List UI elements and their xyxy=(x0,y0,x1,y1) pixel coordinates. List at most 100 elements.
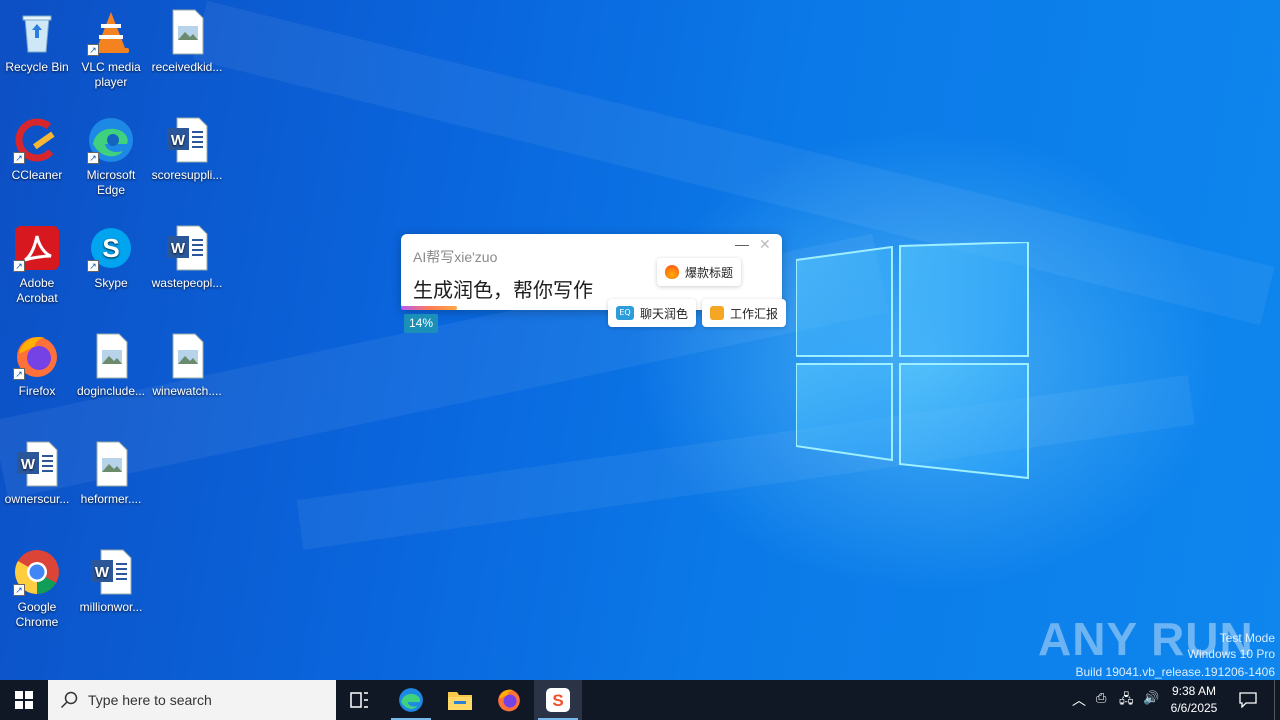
desktop-icon-chrome[interactable]: ↗ Google Chrome xyxy=(0,548,74,630)
edge-icon: ↗ xyxy=(87,116,135,164)
desktop-icon-label: VLC media player xyxy=(81,60,141,89)
taskbar-edge[interactable] xyxy=(387,680,435,720)
chrome-icon: ↗ xyxy=(13,548,61,596)
eq-icon: EQ xyxy=(616,306,634,320)
volume-icon[interactable]: 🔊 xyxy=(1143,690,1159,706)
desktop-icon-label: winewatch.... xyxy=(152,384,222,398)
desktop-icon-vlc[interactable]: ↗ VLC media player xyxy=(74,8,148,90)
task-view-button[interactable] xyxy=(336,680,384,720)
desktop-icon-firefox[interactable]: ↗ Firefox xyxy=(0,332,74,399)
desktop-icon-label: CCleaner xyxy=(11,168,63,182)
desktop-icon-label: millionwor... xyxy=(79,600,143,614)
windows-edition-text: Windows 10 Pro xyxy=(1187,647,1275,661)
folder-icon xyxy=(448,692,472,710)
shortcut-arrow-icon: ↗ xyxy=(13,368,25,380)
word-doc-icon: W xyxy=(13,440,61,488)
svg-text:W: W xyxy=(95,564,110,581)
work-report-label: 工作汇报 xyxy=(730,306,779,321)
svg-text:W: W xyxy=(21,456,36,473)
desktop-icon-file[interactable]: winewatch.... xyxy=(150,332,224,399)
desktop-icon-label: Recycle Bin xyxy=(5,60,69,74)
desktop-icon-skype[interactable]: S ↗ Skype xyxy=(74,224,148,291)
image-file-icon xyxy=(87,440,135,488)
show-hidden-icons-chevron-icon[interactable]: ︿ xyxy=(1072,690,1086,710)
ccleaner-icon: ↗ xyxy=(13,116,61,164)
start-button[interactable] xyxy=(0,680,48,720)
build-text: Build 19041.vb_release.191206-1406 xyxy=(1075,665,1276,679)
close-button[interactable]: ✕ xyxy=(759,236,773,252)
shortcut-arrow-icon: ↗ xyxy=(87,260,99,272)
taskbar-search-box[interactable]: Type here to search xyxy=(48,680,336,720)
windows-logo xyxy=(796,242,1029,480)
word-doc-icon: W xyxy=(163,224,211,272)
shortcut-arrow-icon: ↗ xyxy=(13,152,25,164)
desktop-icon-label: Microsoft Edge xyxy=(86,168,136,197)
document-icon xyxy=(710,306,724,320)
recycle-bin-icon xyxy=(13,8,61,56)
desktop-icon-file[interactable]: W scoresuppli... xyxy=(150,116,224,183)
desktop-icon-file[interactable]: doginclude... xyxy=(74,332,148,399)
image-file-icon xyxy=(163,332,211,380)
progress-percent: 14% xyxy=(404,314,438,333)
firefox-icon: ↗ xyxy=(13,332,61,380)
desktop-icon-ccleaner[interactable]: ↗ CCleaner xyxy=(0,116,74,183)
desktop-icon-recycle-bin[interactable]: Recycle Bin xyxy=(0,8,74,75)
meet-now-icon[interactable]: ⎙ xyxy=(1096,690,1106,706)
show-desktop-button[interactable] xyxy=(1274,680,1280,720)
taskbar-file-explorer[interactable] xyxy=(436,680,484,720)
fire-icon xyxy=(665,265,679,279)
svg-text:S: S xyxy=(102,233,119,263)
svg-text:W: W xyxy=(171,240,186,257)
shortcut-arrow-icon: ↗ xyxy=(87,152,99,164)
popup-title: AI帮写xie'zuo xyxy=(413,249,498,265)
shortcut-arrow-icon: ↗ xyxy=(87,44,99,56)
desktop-icon-label: wastepeopl... xyxy=(151,276,223,290)
clock-time: 9:38 AM xyxy=(1171,684,1217,698)
network-icon[interactable]: 🖧 xyxy=(1119,690,1134,712)
firefox-icon xyxy=(498,689,520,712)
hot-title-button[interactable]: 爆款标题 xyxy=(657,258,742,286)
taskbar-clock[interactable]: 9:38 AM 6/6/2025 xyxy=(1160,683,1228,717)
desktop-icon-edge[interactable]: ↗ Microsoft Edge xyxy=(74,116,148,198)
desktop-icon-file[interactable]: receivedkid... xyxy=(150,8,224,75)
chat-polish-label: 聊天润色 xyxy=(640,306,689,321)
hot-title-label: 爆款标题 xyxy=(685,265,734,280)
image-file-icon xyxy=(163,8,211,56)
desktop-icon-label: doginclude... xyxy=(76,384,146,398)
popup-main-text[interactable]: 生成润色，帮你写作 xyxy=(413,274,593,303)
sogou-icon: S xyxy=(546,688,570,712)
image-file-icon xyxy=(87,332,135,380)
desktop-icon-acrobat[interactable]: ↗ Adobe Acrobat xyxy=(0,224,74,306)
notification-icon xyxy=(1239,692,1257,708)
edge-icon xyxy=(399,688,423,712)
taskbar-sogou-app[interactable]: S xyxy=(534,680,582,720)
desktop-icon-label: scoresuppli... xyxy=(151,168,223,182)
desktop-icon-label: Firefox xyxy=(18,384,56,398)
word-doc-icon: W xyxy=(87,548,135,596)
desktop-icon-label: ownerscur... xyxy=(4,492,70,506)
desktop-icon-label: receivedkid... xyxy=(151,60,223,74)
task-view-icon xyxy=(350,692,368,708)
action-center-button[interactable] xyxy=(1232,680,1264,720)
skype-icon: S ↗ xyxy=(87,224,135,272)
chat-polish-button[interactable]: EQ 聊天润色 xyxy=(608,299,697,327)
desktop-icon-file[interactable]: heformer.... xyxy=(74,440,148,507)
shortcut-arrow-icon: ↗ xyxy=(13,260,25,272)
desktop-icon-file[interactable]: W wastepeopl... xyxy=(150,224,224,291)
progress-bar xyxy=(401,306,457,310)
desktop-icon-label: Adobe Acrobat xyxy=(16,276,58,305)
search-placeholder: Type here to search xyxy=(88,692,212,708)
taskbar-firefox[interactable] xyxy=(485,680,533,720)
desktop-icon-file[interactable]: W millionwor... xyxy=(74,548,148,615)
search-icon xyxy=(60,691,78,709)
desktop-icon-file[interactable]: W ownerscur... xyxy=(0,440,74,507)
test-mode-text: Test Mode xyxy=(1219,631,1275,645)
desktop-icon-label: Google Chrome xyxy=(15,600,59,629)
minimize-button[interactable]: — xyxy=(735,236,749,252)
svg-text:W: W xyxy=(171,132,186,149)
shortcut-arrow-icon: ↗ xyxy=(13,584,25,596)
desktop-icon-label: heformer.... xyxy=(80,492,142,506)
work-report-button[interactable]: 工作汇报 xyxy=(702,299,787,327)
acrobat-icon: ↗ xyxy=(13,224,61,272)
clock-date: 6/6/2025 xyxy=(1170,701,1218,715)
